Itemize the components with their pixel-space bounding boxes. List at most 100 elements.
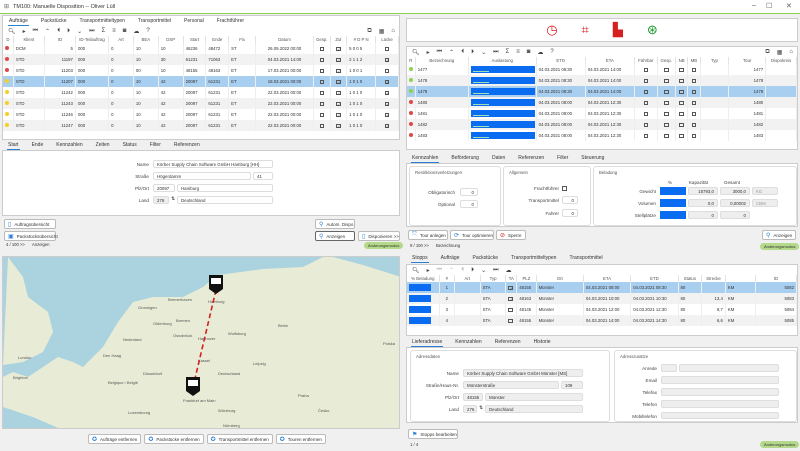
- edit-stops-button[interactable]: ⚑ Stopps bearbeiten: [408, 429, 458, 439]
- create-tour-button[interactable]: ⤧ Tour anlegen: [408, 230, 448, 240]
- up-icon[interactable]: ⌃: [449, 267, 454, 274]
- gesp-checkbox[interactable]: [664, 100, 669, 106]
- gesp-checkbox[interactable]: [319, 68, 325, 74]
- first-icon[interactable]: ⏮︎: [437, 267, 442, 274]
- nb-checkbox[interactable]: [679, 67, 684, 73]
- close-button[interactable]: ✕: [786, 2, 792, 10]
- tab-referenzen[interactable]: Referenzen: [494, 338, 522, 346]
- home-icon[interactable]: ⌂: [789, 49, 793, 55]
- tab-start[interactable]: Start: [7, 141, 20, 150]
- stop-row[interactable]: 4 STA 48155 Münster 04.03.2021 14:00 04.03.20…: [407, 315, 797, 326]
- tab-lieferadresse[interactable]: Lieferadresse: [411, 338, 444, 347]
- last-icon[interactable]: ⏭︎: [89, 28, 94, 35]
- gesp-checkbox[interactable]: [319, 57, 325, 63]
- table-row[interactable]: STD 11247 000 0 10 42 20097 61231 ET 22.03.2021 0…: [3, 120, 399, 131]
- first-icon[interactable]: ⏮︎: [437, 49, 442, 56]
- tab-personal[interactable]: Personal: [183, 17, 205, 25]
- column-header[interactable]: Typ: [700, 57, 730, 64]
- column-header[interactable]: ID: [44, 36, 76, 43]
- luecke-checkbox[interactable]: ✓: [384, 79, 390, 85]
- dispatch-button[interactable]: ▯ Disponieren >>: [358, 231, 400, 241]
- column-header[interactable]: Art: [454, 275, 481, 282]
- steering-wheel-icon[interactable]: ⊛: [647, 22, 658, 38]
- gesp-checkbox[interactable]: [664, 89, 669, 95]
- house-number-field[interactable]: 41: [253, 172, 273, 180]
- mobile-field[interactable]: [661, 412, 779, 419]
- tab-zeiten[interactable]: Zeiten: [95, 141, 111, 149]
- stop-row[interactable]: 3 STA 48145 Münster 04.03.2021 12:00 04.03.20…: [407, 304, 797, 315]
- tab-transportmitteltypen[interactable]: Transportmitteltypen: [510, 254, 557, 262]
- nb-checkbox[interactable]: [679, 111, 684, 117]
- mb-checkbox[interactable]: [691, 133, 697, 139]
- column-header[interactable]: TA: [505, 275, 518, 282]
- stop-row[interactable]: 1 STA ✓ 48155 Münster 04.03.2021 08:00 04.03.2…: [407, 282, 797, 293]
- auto-dispo-button[interactable]: ⚲ Autom. Dispo: [315, 219, 355, 229]
- luecke-checkbox[interactable]: [384, 46, 390, 52]
- cloud-icon[interactable]: ☁: [506, 267, 512, 274]
- plz-field[interactable]: 48155: [463, 393, 483, 401]
- first-icon[interactable]: ⏮︎: [33, 28, 38, 35]
- city-field[interactable]: Hamburg: [177, 184, 273, 192]
- down-icon[interactable]: ⌄: [481, 267, 486, 274]
- column-header[interactable]: Gesp.: [313, 36, 331, 43]
- ta-checkbox[interactable]: ✓: [508, 285, 513, 291]
- street-field[interactable]: Münsterstraße: [463, 381, 559, 389]
- tab-kennzahlen[interactable]: Kennzahlen: [411, 154, 440, 163]
- gesp-checkbox[interactable]: [319, 46, 325, 52]
- fahrbar-checkbox[interactable]: [643, 122, 649, 128]
- column-header[interactable]: ID-Teilauftrag: [75, 36, 110, 43]
- column-header[interactable]: Ende: [205, 36, 230, 43]
- swap-icon[interactable]: ⇅: [479, 405, 483, 411]
- tab-frachtf-hrer[interactable]: Frachtführer: [216, 17, 245, 25]
- gesp-checkbox[interactable]: [319, 123, 325, 129]
- column-header[interactable]: Fix: [228, 36, 257, 43]
- route-search-icon[interactable]: ⌗: [582, 22, 589, 38]
- map-canvas[interactable]: Hamburg Bremen Bremerhaven Oldenburg Groning…: [3, 257, 400, 429]
- grid-icon[interactable]: ▦: [777, 49, 783, 56]
- country-code-field[interactable]: 276: [463, 405, 477, 413]
- city-field[interactable]: Münster: [485, 393, 583, 401]
- name-field[interactable]: Körber Supply Chain Software GmbH Münste…: [463, 369, 583, 377]
- table-row[interactable]: 1481 04.03.2021 08:00 04.03.2021 12:30 1481: [407, 108, 797, 119]
- column-header[interactable]: Dispokreis: [765, 57, 797, 64]
- carrier-checkbox[interactable]: [562, 186, 567, 191]
- column-header[interactable]: NB: [675, 57, 689, 64]
- help-icon[interactable]: ?: [550, 49, 553, 55]
- maximize-button[interactable]: ☐: [766, 2, 772, 10]
- packages-overview-button[interactable]: ▣ Packstücksübersicht: [4, 231, 58, 241]
- tab-historie[interactable]: Historie: [533, 338, 552, 346]
- mandatory-field[interactable]: 0: [460, 188, 478, 196]
- column-header[interactable]: Typ: [480, 275, 507, 282]
- column-header[interactable]: ETA: [583, 275, 632, 282]
- table-row[interactable]: DCM 5 000 0 10 10 46236 48472 ST 26.09.2022 00:00…: [3, 43, 399, 54]
- next-page-icon[interactable]: ⏵: [471, 49, 474, 56]
- zul-checkbox[interactable]: ✓: [336, 46, 341, 52]
- copy-icon[interactable]: ⧉: [765, 49, 769, 56]
- lock-button[interactable]: ⊘ Sperre: [496, 230, 526, 240]
- house-number-field[interactable]: 109: [561, 381, 583, 389]
- tab-ende[interactable]: Ende: [31, 141, 45, 149]
- clock-icon[interactable]: ◷: [546, 22, 557, 38]
- column-header[interactable]: Art: [108, 36, 134, 43]
- remove-button[interactable]: ✪ Aufträge entfernen: [88, 434, 142, 444]
- fahrbar-checkbox[interactable]: [643, 111, 649, 117]
- zul-checkbox[interactable]: ✓: [336, 112, 341, 118]
- gesp-checkbox[interactable]: [664, 122, 669, 128]
- gesp-checkbox[interactable]: [319, 112, 325, 118]
- mb-checkbox[interactable]: [691, 122, 697, 128]
- zul-checkbox[interactable]: ✓: [336, 90, 341, 96]
- table-row[interactable]: STD 11197 000 0 10 30 61231 71063 ET 04.03.2021 1…: [3, 54, 399, 65]
- tab-transportmitteltypen[interactable]: Transportmitteltypen: [78, 17, 125, 25]
- column-header[interactable]: Tour: [728, 57, 767, 64]
- mb-checkbox[interactable]: [691, 78, 697, 84]
- column-header[interactable]: R: [407, 57, 416, 64]
- column-header[interactable]: ETD: [630, 275, 679, 282]
- up-icon[interactable]: ⌃: [449, 49, 454, 56]
- gesp-checkbox[interactable]: [319, 101, 325, 107]
- swap-icon[interactable]: ⇅: [171, 196, 175, 202]
- last-icon[interactable]: ⏭︎: [493, 49, 498, 56]
- sum-icon[interactable]: Σ: [102, 28, 106, 34]
- table-row[interactable]: STD 11207 000 0 10 42 20097 61231 ET 18.03.2021 0…: [3, 76, 399, 87]
- column-header[interactable]: BEA: [133, 36, 159, 43]
- tab-transportmittel[interactable]: Transportmittel: [137, 17, 172, 25]
